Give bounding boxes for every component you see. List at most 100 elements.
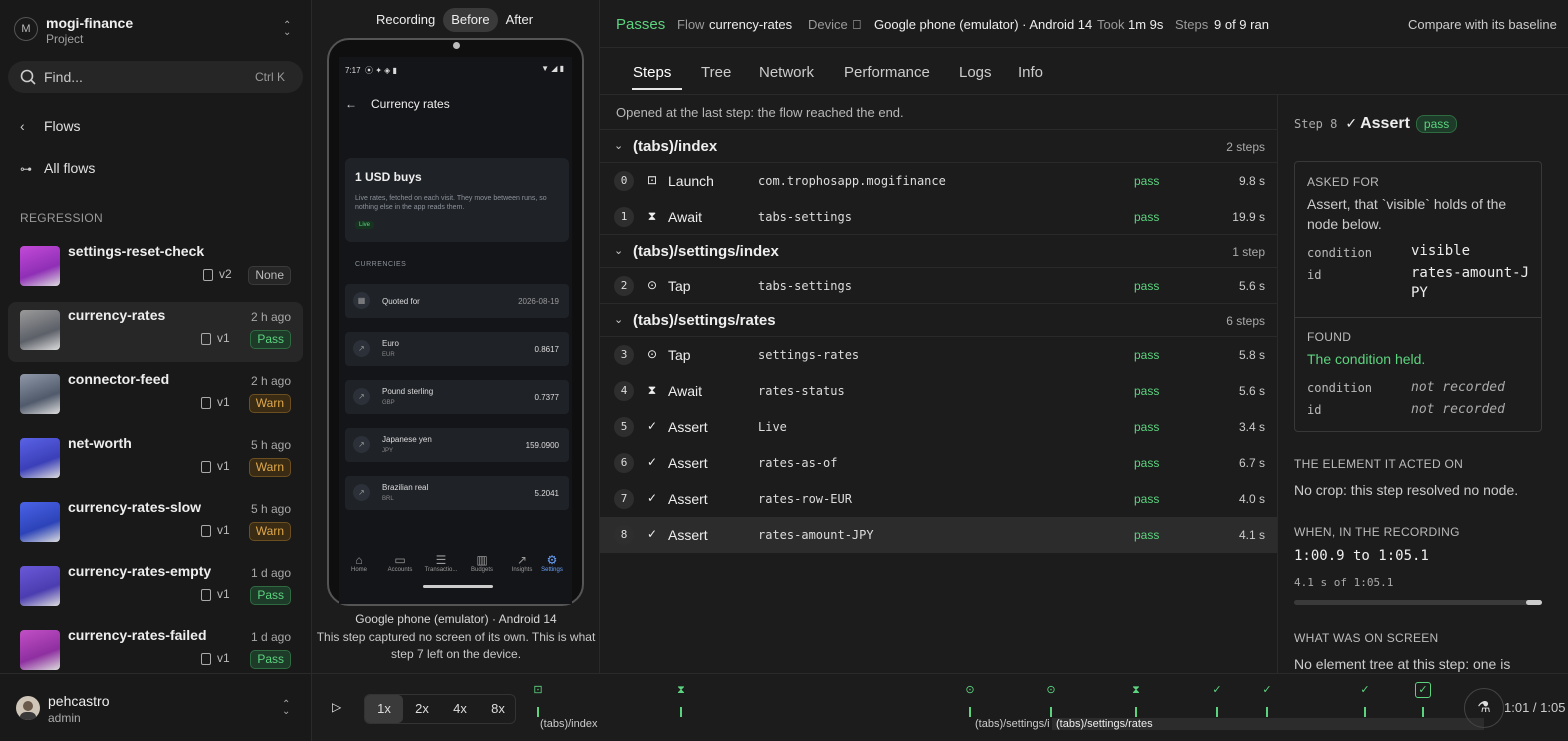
found-condition-value: not recorded (1411, 380, 1505, 395)
search-input[interactable]: Find... Ctrl K (8, 61, 303, 93)
currency-name: Pound sterling (382, 387, 434, 396)
check-icon[interactable]: ✓ (1415, 682, 1431, 698)
tap-icon: ⊙ (646, 347, 658, 361)
currency-value: 159.0900 (525, 441, 559, 450)
step-status: pass (1134, 528, 1160, 542)
step-row[interactable]: 1 ⧗ Await tabs-settings pass 19.9 s (600, 199, 1277, 235)
flow-item[interactable]: net-worth 5 h ago Warn v1 (8, 430, 303, 490)
currency-value: 0.7377 (534, 393, 559, 402)
status-badge: Warn (248, 522, 291, 541)
flow-version: v1 (217, 459, 230, 473)
playback-timeline: ▷ 1x 2x 4x 8x ⊡ ⧗ ⊙ ⊙ ⧗ ✓ ✓ ✓ ✓ (tabs)/index (ta… (312, 673, 1568, 741)
flow-time: 1 d ago (250, 566, 291, 580)
flow-thumbnail (20, 246, 60, 286)
step-target: rates-as-of (758, 456, 838, 470)
assertion-box: ASKED FOR Assert, that `visible` holds o… (1294, 161, 1542, 432)
tab-tree[interactable]: Tree (701, 64, 731, 81)
step-duration: 9.8 s (1238, 174, 1265, 188)
flow-thumbnail (20, 566, 60, 606)
speed-2x[interactable]: 2x (403, 695, 441, 723)
check-icon: ✓ (646, 419, 658, 433)
flow-item[interactable]: currency-rates 2 h ago Pass v1 (8, 302, 303, 362)
step-row[interactable]: 8 ✓ Assert rates-amount-JPY pass 4.1 s (600, 517, 1277, 553)
currency-code: EUR (382, 352, 395, 358)
tap-icon[interactable]: ⊙ (963, 683, 977, 697)
rate-row[interactable]: ↗ Pound sterling GBP 0.7377 (345, 380, 569, 414)
step-group[interactable]: ⌄ (tabs)/settings/index 1 step (600, 234, 1277, 268)
nav-settings[interactable]: ⚙ Settings (532, 553, 572, 573)
document-icon (201, 589, 211, 601)
flow-name[interactable]: currency-rates (709, 17, 792, 32)
wallet-icon: ▭ (394, 553, 406, 567)
toggle-recording[interactable]: Recording (368, 8, 443, 32)
step-row[interactable]: 3 ⊙ Tap settings-rates pass 5.8 s (600, 337, 1277, 373)
flow-item[interactable]: connector-feed 2 h ago Warn v1 (8, 366, 303, 426)
step-row[interactable]: 5 ✓ Assert Live pass 3.4 s (600, 409, 1277, 445)
back-arrow-icon: ← (345, 97, 357, 111)
check-icon[interactable]: ✓ (1358, 683, 1372, 697)
took-label: Took (1097, 17, 1125, 32)
project-switcher[interactable]: M mogi-finance Project ⌃ ⌄ (14, 12, 304, 48)
nav-all-flows[interactable]: ⊶ All flows (20, 160, 95, 176)
screen-title: Currency rates (371, 97, 450, 111)
hourglass-icon: ⧗ (647, 209, 657, 223)
rates-card-desc: Live rates, fetched on each visit. They … (355, 195, 547, 211)
step-row[interactable]: 7 ✓ Assert rates-row-EUR pass 4.0 s (600, 481, 1277, 517)
step-index: 3 (614, 345, 634, 365)
step-index: 5 (614, 417, 634, 437)
step-duration: 6.7 s (1238, 456, 1265, 470)
rate-row[interactable]: ↗ Brazilian real BRL 5.2041 (345, 476, 569, 510)
flask-icon[interactable]: ⚗ (1464, 688, 1504, 728)
step-row[interactable]: 4 ⧗ Await rates-status pass 5.6 s (600, 373, 1277, 409)
play-button[interactable]: ▷ (332, 700, 341, 714)
step-row[interactable]: 6 ✓ Assert rates-as-of pass 6.7 s (600, 445, 1277, 481)
step-row[interactable]: 2 ⊙ Tap tabs-settings pass 5.6 s (600, 268, 1277, 304)
flow-item[interactable]: currency-rates-empty 1 d ago Pass v1 (8, 558, 303, 618)
speed-8x[interactable]: 8x (479, 695, 517, 723)
step-group[interactable]: ⌄ (tabs)/index 2 steps (600, 129, 1277, 163)
nav-budgets[interactable]: ▥ Budgets (462, 553, 502, 573)
step-target: com.trophosapp.mogifinance (758, 174, 946, 188)
launch-icon[interactable]: ⊡ (531, 683, 545, 697)
rate-row[interactable]: ↗ Japanese yen JPY 159.0900 (345, 428, 569, 462)
check-icon[interactable]: ✓ (1260, 683, 1274, 697)
nav-back-flows[interactable]: ‹ Flows (20, 118, 81, 134)
hourglass-icon[interactable]: ⧗ (1129, 683, 1143, 697)
speed-1x[interactable]: 1x (365, 695, 403, 723)
hourglass-icon: ⧗ (647, 383, 657, 397)
toggle-before[interactable]: Before (443, 8, 498, 32)
trend-icon: ↗ (353, 388, 370, 405)
tab-steps[interactable]: Steps (633, 64, 671, 81)
tab-network[interactable]: Network (759, 64, 814, 81)
status-badge: None (248, 266, 291, 285)
step-index: 2 (614, 276, 634, 296)
nav-accounts[interactable]: ▭ Accounts (380, 553, 420, 573)
speed-4x[interactable]: 4x (441, 695, 479, 723)
launch-icon: ⊡ (646, 173, 658, 187)
run-summary-bar: Passes Flow currency-rates Device ⎕ Goog… (600, 0, 1568, 48)
compare-baseline-link[interactable]: Compare with its baseline (1408, 17, 1557, 32)
timeline-tick (969, 707, 971, 717)
flow-item[interactable]: settings-reset-check None v2 (8, 238, 303, 298)
group-name: (tabs)/settings/index (633, 243, 779, 260)
user-menu[interactable]: pehcastro admin ⌃ ⌄ (0, 673, 312, 741)
rate-row[interactable]: ↗ Euro EUR 0.8617 (345, 332, 569, 366)
nav-transactions[interactable]: ☰ Transactio... (421, 553, 461, 573)
step-row[interactable]: 0 ⊡ Launch com.trophosapp.mogifinance pass 9.… (600, 163, 1277, 199)
tab-logs[interactable]: Logs (959, 64, 992, 81)
flow-item[interactable]: currency-rates-slow 5 h ago Warn v1 (8, 494, 303, 554)
tab-info[interactable]: Info (1018, 64, 1043, 81)
hourglass-icon[interactable]: ⧗ (674, 683, 688, 697)
tab-performance[interactable]: Performance (844, 64, 930, 81)
tap-icon[interactable]: ⊙ (1044, 683, 1058, 697)
check-icon[interactable]: ✓ (1210, 683, 1224, 697)
step-group[interactable]: ⌄ (tabs)/settings/rates 6 steps (600, 303, 1277, 337)
flow-version: v1 (217, 523, 230, 537)
screen-heading: WHAT WAS ON SCREEN (1294, 631, 1439, 645)
step-target: settings-rates (758, 348, 860, 362)
nav-home[interactable]: ⌂ Home (339, 553, 379, 573)
step-action: Await (668, 209, 702, 225)
step-target: rates-status (758, 384, 845, 398)
toggle-after[interactable]: After (498, 8, 541, 32)
flow-name: currency-rates-empty (68, 563, 212, 579)
